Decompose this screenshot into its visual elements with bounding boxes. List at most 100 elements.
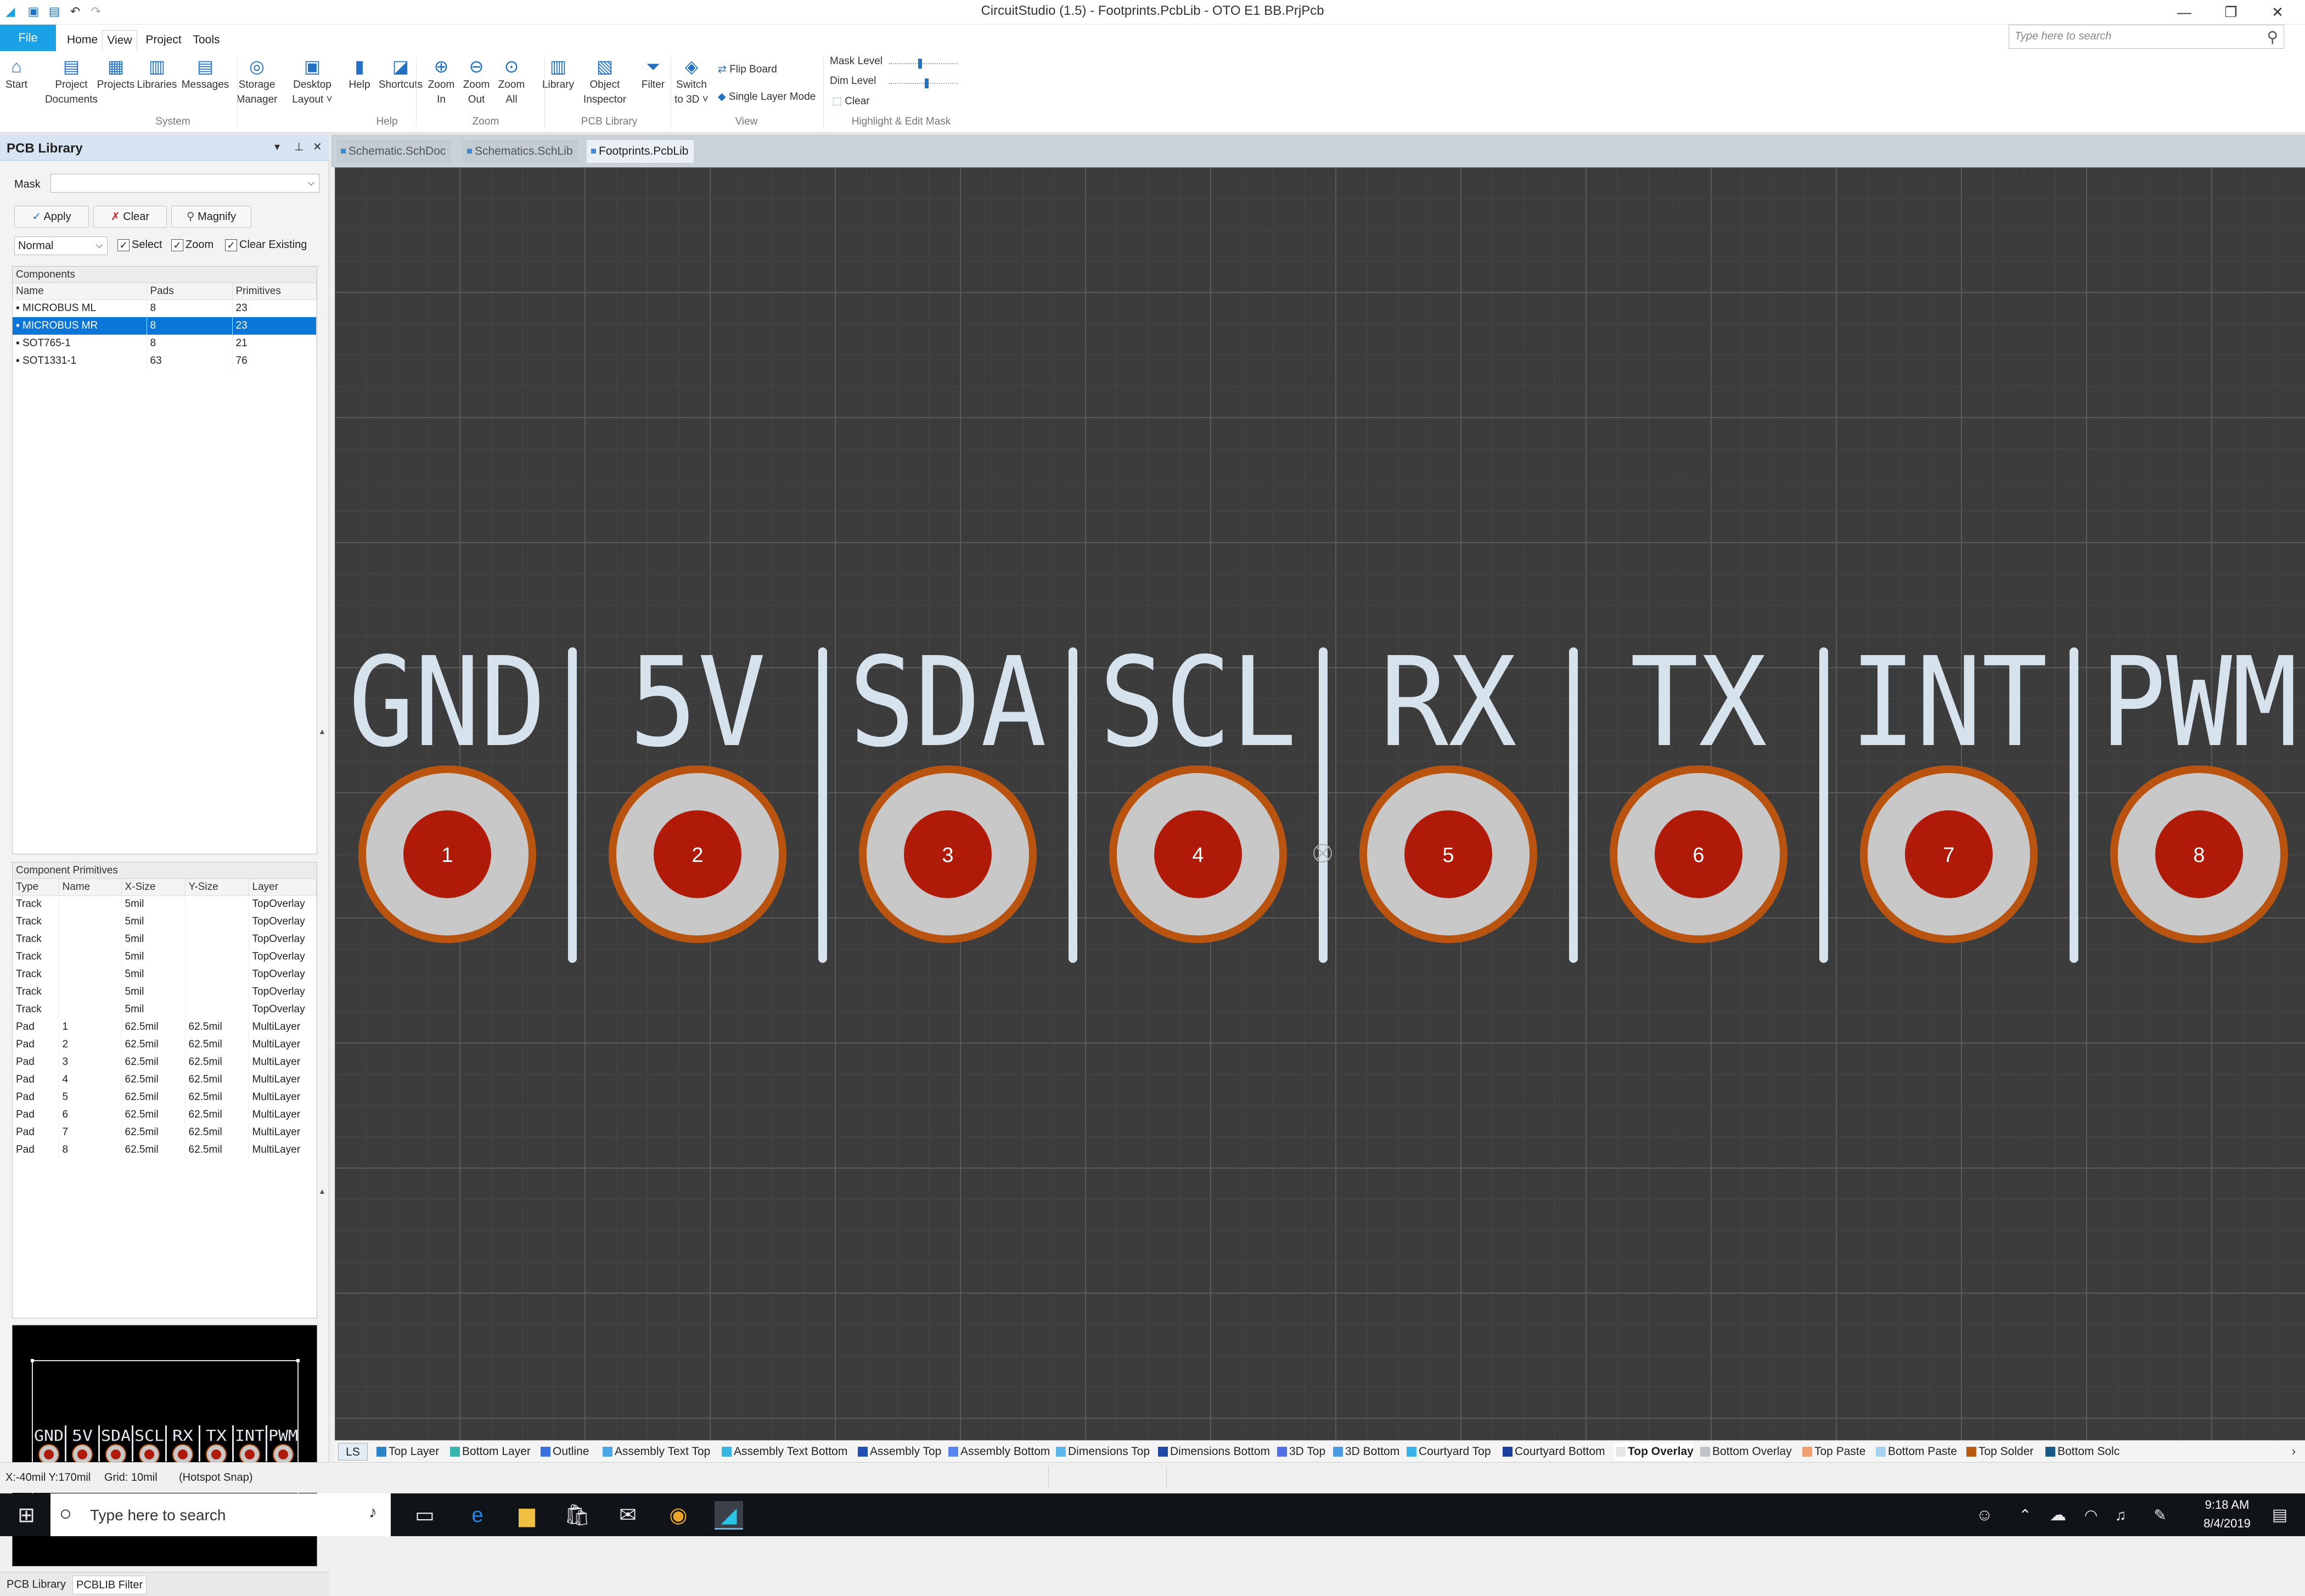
- chevron-up-icon[interactable]: ⌃: [2011, 1501, 2039, 1530]
- libraries-button[interactable]: ▥ Libraries: [134, 57, 180, 92]
- search-input[interactable]: Type here to search ⚲: [2009, 25, 2284, 49]
- edge-icon[interactable]: e: [463, 1501, 492, 1530]
- layer-tab[interactable]: 3D Bottom: [1331, 1443, 1399, 1460]
- layer-tab[interactable]: Assembly Text Top: [600, 1443, 710, 1460]
- primitive-row[interactable]: Pad 4 62.5mil 62.5mil MultiLayer: [13, 1071, 317, 1089]
- chrome-icon[interactable]: ◉: [664, 1501, 693, 1530]
- layer-tab[interactable]: Top Layer: [374, 1443, 439, 1460]
- storage-manager-button[interactable]: ◎ Storage Manager: [231, 57, 283, 107]
- windows-start-icon[interactable]: ⊞: [12, 1501, 41, 1530]
- taskbar-date[interactable]: 8/4/2019: [2194, 1516, 2260, 1531]
- primitive-row[interactable]: Pad 8 62.5mil 62.5mil MultiLayer: [13, 1141, 317, 1159]
- circuitstudio-taskbar-icon[interactable]: ◢: [715, 1501, 743, 1530]
- overlay-track[interactable]: [568, 647, 577, 963]
- pin-8[interactable]: PWM 8: [2100, 631, 2298, 943]
- switch-3d-button[interactable]: ◈ Switch to 3D ˅: [671, 57, 712, 107]
- component-row[interactable]: ▪ SOT765-1 8 21: [13, 335, 317, 352]
- dim-level-slider[interactable]: [889, 78, 958, 91]
- layer-tab[interactable]: Top Overlay: [1614, 1443, 1694, 1460]
- dim-level-thumb[interactable]: [925, 78, 929, 88]
- primitive-row[interactable]: Track 5mil TopOverlay: [13, 913, 317, 930]
- filter-button[interactable]: ⏷ Filter: [637, 57, 670, 92]
- store-icon[interactable]: 🛍: [563, 1501, 592, 1530]
- layer-tab[interactable]: Dimensions Top: [1054, 1443, 1150, 1460]
- mask-level-slider[interactable]: [889, 59, 958, 71]
- chevron-down-icon[interactable]: ⌵: [308, 174, 314, 192]
- layer-tab[interactable]: Dimensions Bottom: [1156, 1443, 1270, 1460]
- overlay-track[interactable]: [818, 647, 827, 963]
- check-icon[interactable]: ✓: [117, 239, 130, 251]
- col-name[interactable]: Name: [13, 283, 147, 300]
- col-primitives[interactable]: Primitives: [232, 283, 317, 300]
- layer-tab[interactable]: Assembly Bottom: [946, 1443, 1050, 1460]
- component-row[interactable]: ▪ SOT1331-1 63 76: [13, 352, 317, 370]
- tab-file[interactable]: File: [0, 25, 56, 51]
- pin-5[interactable]: RX 5: [1359, 631, 1537, 943]
- primitive-row[interactable]: Pad 6 62.5mil 62.5mil MultiLayer: [13, 1106, 317, 1124]
- taskbar-time[interactable]: 9:18 AM: [2194, 1498, 2260, 1512]
- mask-input[interactable]: ⌵: [50, 174, 319, 193]
- clear-mask-button[interactable]: ⬚ Clear: [832, 95, 870, 108]
- select-checkbox[interactable]: ✓ Select: [117, 239, 162, 251]
- file-explorer-icon[interactable]: ▆: [513, 1501, 541, 1530]
- zoom-all-button[interactable]: ⊙ Zoom All: [494, 57, 529, 107]
- col-y-size[interactable]: Y-Size: [185, 879, 249, 896]
- tab-pcb-library[interactable]: PCB Library: [3, 1576, 69, 1594]
- people-icon[interactable]: ☺: [1970, 1501, 1999, 1530]
- layer-tab[interactable]: Assembly Top: [856, 1443, 941, 1460]
- taskbar-search-box[interactable]: ○ Type here to search ♪: [50, 1493, 391, 1536]
- layer-tab[interactable]: Top Paste: [1800, 1443, 1865, 1460]
- tab-tools[interactable]: Tools: [190, 30, 223, 51]
- project-documents-button[interactable]: ▤ Project Documents: [44, 57, 99, 107]
- onedrive-icon[interactable]: ☁: [2044, 1501, 2072, 1530]
- object-inspector-button[interactable]: ▧ Object Inspector: [576, 57, 633, 107]
- action-center-icon[interactable]: ▤: [2265, 1501, 2294, 1530]
- apply-button[interactable]: ✓ Apply: [14, 206, 89, 228]
- primitive-row[interactable]: Pad 3 62.5mil 62.5mil MultiLayer: [13, 1053, 317, 1071]
- zoom-checkbox[interactable]: ✓ Zoom: [171, 239, 213, 251]
- chevron-down-icon[interactable]: ⌵: [96, 237, 103, 255]
- col-pads[interactable]: Pads: [147, 283, 233, 300]
- layer-tab[interactable]: Courtyard Bottom: [1500, 1443, 1605, 1460]
- layer-tab[interactable]: Top Solder: [1964, 1443, 2033, 1460]
- layer-tab[interactable]: Assembly Text Bottom: [719, 1443, 847, 1460]
- messages-button[interactable]: ▤ Messages: [179, 57, 232, 92]
- single-layer-mode-button[interactable]: ◆ Single Layer Mode: [718, 91, 816, 103]
- microphone-icon[interactable]: ♪: [369, 1503, 377, 1522]
- overlay-track[interactable]: [1819, 647, 1828, 963]
- mail-icon[interactable]: ✉: [614, 1501, 642, 1530]
- tab-pcblib-filter[interactable]: PCBLIB Filter: [72, 1576, 147, 1594]
- component-row[interactable]: ▪ MICROBUS ML 8 23: [13, 300, 317, 317]
- primitive-row[interactable]: Pad 1 62.5mil 62.5mil MultiLayer: [13, 1018, 317, 1036]
- layer-tab[interactable]: Courtyard Top: [1404, 1443, 1491, 1460]
- primitive-row[interactable]: Track 5mil TopOverlay: [13, 1001, 317, 1018]
- layer-set-button[interactable]: LS: [338, 1443, 368, 1460]
- layer-tab[interactable]: Bottom Paste: [1874, 1443, 1957, 1460]
- desktop-layout-button[interactable]: ▣ Desktop Layout ˅: [282, 57, 342, 107]
- layer-tab[interactable]: Bottom Overlay: [1698, 1443, 1792, 1460]
- zoom-out-button[interactable]: ⊖ Zoom Out: [459, 57, 494, 107]
- clear-button[interactable]: ✗ Clear: [93, 206, 167, 228]
- search-icon[interactable]: ⚲: [2267, 28, 2278, 46]
- pcb-canvas[interactable]: GND 1 5V 2 SDA 3 SCL 4 RX 5 TX 6 INT 7 PWM 8: [335, 167, 2305, 1440]
- layer-scroll-right-icon[interactable]: ›: [2289, 1443, 2296, 1460]
- tab-schematics-schlib[interactable]: Schematics.SchLib: [463, 140, 578, 163]
- magnify-button[interactable]: ⚲ Magnify: [171, 206, 251, 228]
- mode-select[interactable]: Normal ⌵: [14, 236, 108, 255]
- primitive-row[interactable]: Pad 2 62.5mil 62.5mil MultiLayer: [13, 1036, 317, 1053]
- col-name[interactable]: Name: [59, 879, 122, 896]
- primitive-row[interactable]: Pad 7 62.5mil 62.5mil MultiLayer: [13, 1124, 317, 1141]
- check-icon[interactable]: ✓: [171, 239, 183, 251]
- layer-tab[interactable]: 3D Top: [1275, 1443, 1325, 1460]
- component-row[interactable]: ▪ MICROBUS MR 8 23: [13, 317, 317, 335]
- layer-tab[interactable]: Bottom Solc: [2043, 1443, 2120, 1460]
- pin-2[interactable]: 5V 2: [609, 631, 786, 943]
- col-layer[interactable]: Layer: [249, 879, 317, 896]
- tab-project[interactable]: Project: [142, 30, 185, 51]
- primitive-row[interactable]: Track 5mil TopOverlay: [13, 966, 317, 983]
- pin-3[interactable]: SDA 3: [849, 631, 1047, 943]
- scroll-up-icon[interactable]: ▲: [318, 1187, 326, 1195]
- primitive-row[interactable]: Pad 5 62.5mil 62.5mil MultiLayer: [13, 1089, 317, 1106]
- panel-close-icon[interactable]: ✕: [313, 140, 322, 154]
- overlay-track[interactable]: [2070, 647, 2078, 963]
